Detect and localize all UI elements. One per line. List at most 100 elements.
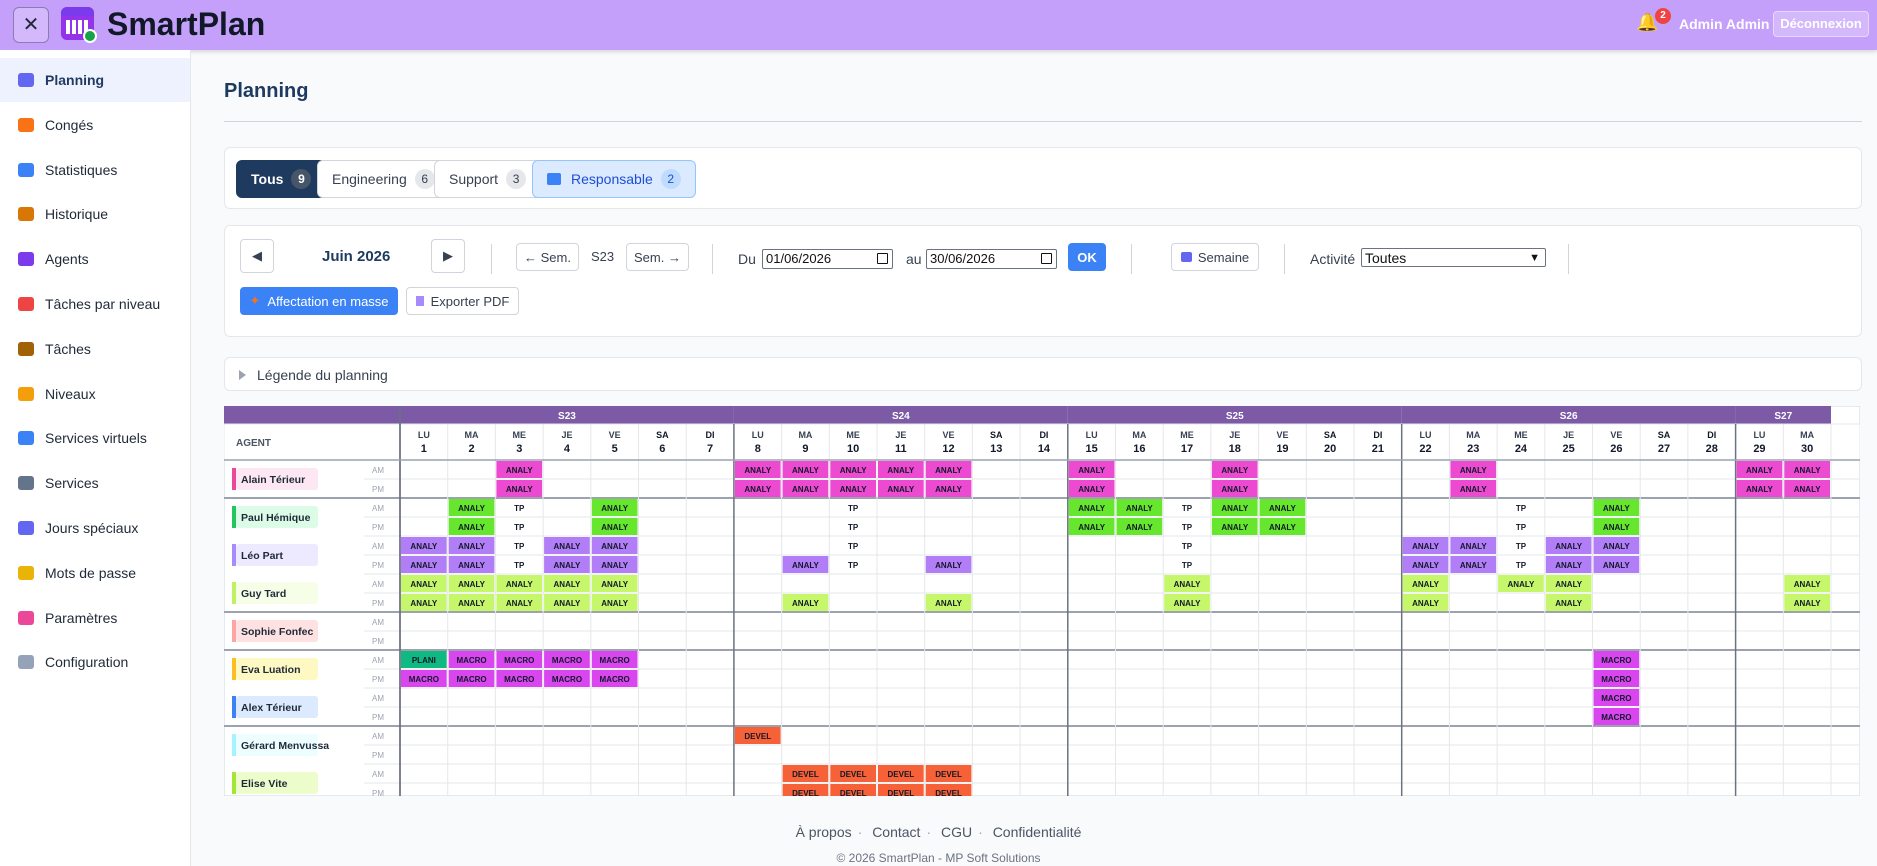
ok-button[interactable]: OK — [1068, 243, 1106, 271]
tab-label: Engineering — [332, 171, 407, 187]
sidebar-item-12[interactable]: Paramètres — [0, 596, 190, 640]
assignment-code: ANALY — [935, 561, 962, 570]
date-to-input[interactable]: 30/06/2026 — [926, 249, 1057, 269]
day-name: VE — [609, 430, 621, 440]
day-name: DI — [1707, 430, 1716, 440]
mass-assign-button[interactable]: ✦ Affectation en masse — [240, 287, 398, 315]
assignment-code: DEVEL — [935, 789, 962, 796]
agent-color-bar — [232, 468, 236, 490]
activity-select[interactable]: Toutes ▼ — [1361, 248, 1546, 267]
assignment-code: MACRO — [1601, 656, 1631, 665]
assignment-code: ANALY — [1460, 466, 1487, 475]
sidebar-item-10[interactable]: Jours spéciaux — [0, 506, 190, 550]
assignment-code: ANALY — [1555, 599, 1582, 608]
week-view-button[interactable]: Semaine — [1171, 243, 1259, 271]
assignment-code: ANALY — [1460, 485, 1487, 494]
from-label: Du — [738, 251, 756, 267]
activity-select-value: Toutes — [1365, 250, 1407, 266]
date-from-input[interactable]: 01/06/2026 — [762, 249, 893, 269]
export-pdf-button[interactable]: Exporter PDF — [406, 287, 519, 315]
tab-count: 9 — [291, 169, 312, 189]
am-label: AM — [372, 580, 384, 589]
assignment-code: TP — [848, 561, 859, 570]
day-number: 29 — [1753, 443, 1765, 455]
planning-legend-toggle[interactable]: Légende du planning — [224, 357, 1862, 391]
sidebar-item-0[interactable]: Planning — [0, 58, 190, 102]
sidebar-item-5[interactable]: Tâches par niveau — [0, 282, 190, 326]
footer-link-contact[interactable]: Contact — [872, 824, 920, 840]
sidebar-item-7[interactable]: Niveaux — [0, 372, 190, 416]
assignment-code: ANALY — [1078, 523, 1105, 532]
assignment-code: ANALY — [1174, 599, 1201, 608]
assignment-code: DEVEL — [840, 770, 867, 779]
assignment-code: ANALY — [458, 561, 485, 570]
day-number: 1 — [421, 443, 427, 455]
sidebar-item-4[interactable]: Agents — [0, 237, 190, 281]
day-name: LU — [1753, 430, 1765, 440]
sidebar-item-8[interactable]: Services virtuels — [0, 416, 190, 460]
sidebar-item-label: Congés — [45, 116, 94, 133]
palette-icon — [18, 610, 34, 625]
day-name: DI — [1039, 430, 1048, 440]
assignment-code: ANALY — [1126, 504, 1153, 513]
day-name: ME — [1180, 430, 1194, 440]
sidebar-item-label: Services — [45, 475, 99, 492]
day-number: 25 — [1563, 443, 1575, 455]
notification-count-badge: 2 — [1655, 8, 1671, 24]
divider — [1131, 244, 1132, 274]
day-name: JE — [895, 430, 906, 440]
day-number: 19 — [1276, 443, 1288, 455]
sidebar-item-3[interactable]: Historique — [0, 192, 190, 236]
assignment-code: MACRO — [1601, 675, 1631, 684]
footer-link-cgu[interactable]: CGU — [941, 824, 972, 840]
day-number: 22 — [1419, 443, 1431, 455]
sidebar-item-11[interactable]: Mots de passe — [0, 551, 190, 595]
scroll-icon — [18, 207, 34, 222]
assignment-code: ANALY — [1412, 599, 1439, 608]
next-week-button[interactable]: Sem. → — [626, 243, 689, 271]
pm-label: PM — [372, 751, 384, 760]
am-label: AM — [372, 732, 384, 741]
wrench-icon — [18, 655, 34, 670]
legend-label: Légende du planning — [257, 367, 388, 383]
sidebar-item-9[interactable]: Services — [0, 461, 190, 505]
date-from-value: 01/06/2026 — [766, 251, 832, 266]
previous-week-button[interactable]: ← Sem. — [516, 243, 579, 271]
assignment-code: ANALY — [506, 599, 533, 608]
assignment-code: MACRO — [600, 656, 630, 665]
target-icon — [18, 297, 34, 311]
footer-link-about[interactable]: À propos — [796, 824, 852, 840]
assignment-code: TP — [1182, 561, 1193, 570]
assignment-code: DEVEL — [888, 770, 915, 779]
assignment-code: ANALY — [1221, 485, 1248, 494]
close-sidebar-button[interactable]: ✕ — [13, 7, 49, 43]
day-name: ME — [1514, 430, 1528, 440]
assignment-code: ANALY — [1508, 580, 1535, 589]
pm-label: PM — [372, 675, 384, 684]
assignment-code: TP — [848, 542, 859, 551]
next-month-button[interactable]: ▶ — [431, 239, 465, 273]
assignment-code: TP — [514, 561, 525, 570]
day-number: 2 — [468, 443, 474, 455]
tab-tous[interactable]: Tous 9 — [236, 160, 327, 198]
tab-engineering[interactable]: Engineering 6 — [317, 160, 450, 198]
sidebar-item-label: Statistiques — [45, 161, 118, 178]
day-number: 4 — [564, 443, 571, 455]
planning-grid: S23 S24 S25 S26 S27 AGENT LU 1 MA 2 ME 3 JE 4 VE 5 SA 6 DI… — [224, 406, 1860, 796]
tab-responsable[interactable]: Responsable 2 — [532, 160, 696, 198]
day-number: 10 — [847, 443, 859, 455]
footer-link-privacy[interactable]: Confidentialité — [993, 824, 1082, 840]
sidebar-item-1[interactable]: Congés — [0, 103, 190, 147]
logout-button[interactable]: Déconnexion — [1773, 11, 1869, 37]
day-name: DI — [706, 430, 715, 440]
pm-label: PM — [372, 523, 384, 532]
previous-month-button[interactable]: ◀ — [240, 239, 274, 273]
sidebar-item-13[interactable]: Configuration — [0, 640, 190, 684]
assignment-code: ANALY — [792, 561, 819, 570]
assignment-code: MACRO — [456, 656, 486, 665]
assignment-code: DEVEL — [792, 770, 819, 779]
sidebar-item-6[interactable]: Tâches — [0, 327, 190, 371]
agent-name: Elise Vite — [241, 778, 288, 790]
tab-support[interactable]: Support 3 — [434, 160, 542, 198]
sidebar-item-2[interactable]: Statistiques — [0, 148, 190, 192]
